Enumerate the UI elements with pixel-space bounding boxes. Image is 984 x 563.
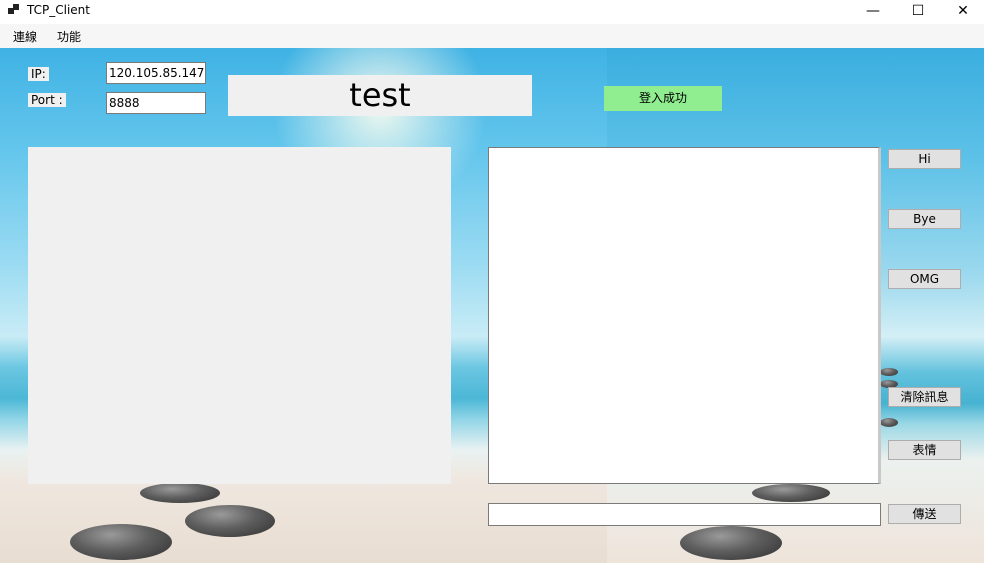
message-input[interactable] xyxy=(488,503,881,526)
beach-stone xyxy=(70,524,172,560)
status-badge: 登入成功 xyxy=(604,86,722,111)
beach-stone xyxy=(680,526,782,560)
beach-stone xyxy=(185,505,275,537)
omg-button[interactable]: OMG xyxy=(888,269,961,289)
minimize-button[interactable]: — xyxy=(850,0,896,24)
user-list-panel[interactable] xyxy=(28,147,451,484)
title-bar: TCP_Client — ☐ ✕ xyxy=(0,0,984,24)
beach-stone xyxy=(880,368,898,376)
menu-connect[interactable]: 連線 xyxy=(13,28,37,45)
client-area: IP: 120.105.85.147 Port : 8888 test 登入成功… xyxy=(0,48,984,563)
send-button[interactable]: 傳送 xyxy=(888,504,961,524)
window-title: TCP_Client xyxy=(27,3,90,17)
beach-stone xyxy=(880,418,898,427)
emoji-button[interactable]: 表情 xyxy=(888,440,961,460)
port-input[interactable]: 8888 xyxy=(106,92,206,114)
hi-button[interactable]: Hi xyxy=(888,149,961,169)
bye-button[interactable]: Bye xyxy=(888,209,961,229)
menu-bar: 連線 功能 xyxy=(0,24,984,48)
close-button[interactable]: ✕ xyxy=(940,0,984,24)
clear-messages-button[interactable]: 清除訊息 xyxy=(888,387,961,407)
user-name-display: test xyxy=(228,75,532,116)
app-icon xyxy=(8,3,20,15)
ip-input[interactable]: 120.105.85.147 xyxy=(106,62,206,84)
maximize-button[interactable]: ☐ xyxy=(895,0,941,24)
ip-label: IP: xyxy=(28,67,49,81)
beach-stone xyxy=(752,484,830,502)
chat-history-box[interactable] xyxy=(488,147,881,484)
menu-functions[interactable]: 功能 xyxy=(57,28,81,45)
port-label: Port : xyxy=(28,93,66,107)
beach-stone xyxy=(140,483,220,503)
